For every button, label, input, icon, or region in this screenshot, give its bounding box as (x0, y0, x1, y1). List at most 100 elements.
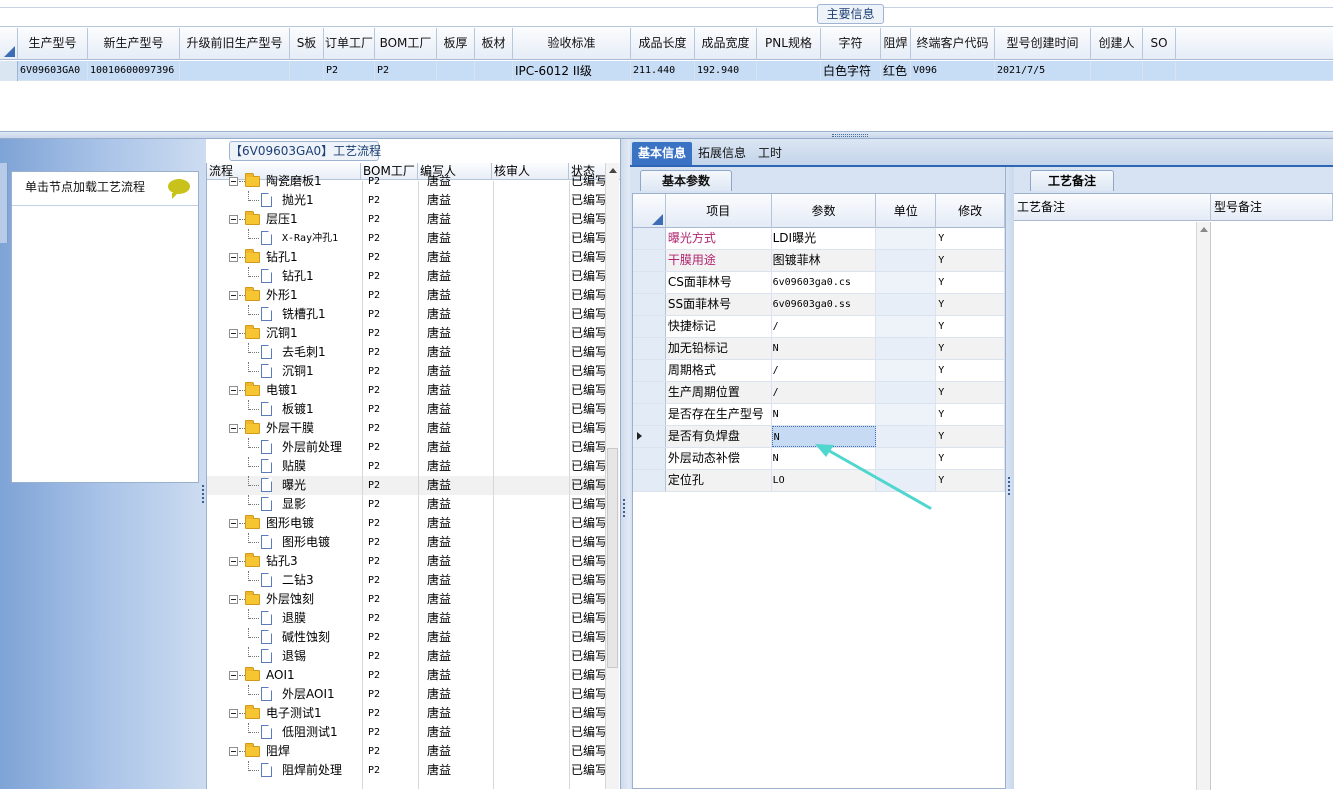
param-modify-cell[interactable]: Y (936, 360, 1005, 381)
params-grid[interactable]: 项目 参数 单位 修改 曝光方式 LDI曝光 Y 干膜用途 图镀菲林 Y CS面菲林号 6v0960… (632, 193, 1006, 789)
params-row[interactable]: 干膜用途 图镀菲林 Y (633, 250, 1005, 272)
splitter-grip-icon[interactable] (832, 134, 868, 137)
params-row[interactable]: CS面菲林号 6v09603ga0.cs Y (633, 272, 1005, 294)
column-header[interactable]: 订单工厂 (324, 28, 375, 60)
tree-row[interactable]: 曝光 P2 唐益 已编写 (207, 476, 607, 495)
speech-bubble-icon[interactable] (168, 179, 190, 199)
tree-node[interactable]: 沉铜1 (207, 362, 361, 381)
collapse-icon[interactable] (229, 747, 238, 756)
param-value-cell[interactable]: / (772, 382, 877, 403)
param-modify-cell[interactable]: Y (936, 316, 1005, 337)
tree-node[interactable]: 电子测试1 (207, 704, 361, 723)
tree-row[interactable]: 抛光1 P2 唐益 已编写 (207, 191, 607, 210)
param-value-cell[interactable]: / (772, 316, 877, 337)
tab-basic-info[interactable]: 基本信息 (632, 142, 693, 165)
params-row[interactable]: 曝光方式 LDI曝光 Y (633, 228, 1005, 250)
table-cell[interactable]: 红色 (881, 61, 911, 81)
node-load-header[interactable]: 单击节点加载工艺流程 (12, 172, 198, 206)
param-value-cell[interactable]: N (771, 426, 877, 447)
param-modify-cell[interactable]: Y (936, 404, 1005, 425)
tree-row[interactable]: 阻焊前处理 P2 唐益 已编写 (207, 761, 607, 780)
table-cell[interactable]: 6V09603GA0 (18, 61, 88, 81)
tree-row[interactable]: 外层干膜 P2 唐益 已编写 (207, 419, 607, 438)
param-unit-cell[interactable] (876, 250, 937, 271)
column-header[interactable]: 终端客户代码 (911, 28, 995, 60)
column-header[interactable]: 新生产型号 (88, 28, 180, 60)
param-unit-cell[interactable] (876, 272, 937, 293)
notes-grid[interactable]: 工艺备注 型号备注 (1014, 193, 1333, 790)
tree-node[interactable]: 外层前处理 (207, 438, 361, 457)
column-header[interactable]: 创建人 (1091, 28, 1143, 60)
column-header[interactable]: 板厚 (437, 28, 475, 60)
tree-row[interactable]: 板镀1 P2 唐益 已编写 (207, 400, 607, 419)
column-header[interactable]: 成品宽度 (695, 28, 757, 60)
params-row[interactable]: 是否存在生产型号 N Y (633, 404, 1005, 426)
column-header[interactable]: SO (1143, 28, 1176, 60)
param-unit-cell[interactable] (876, 448, 937, 469)
tree-row[interactable]: 退膜 P2 唐益 已编写 (207, 609, 607, 628)
process-notes-text[interactable] (1014, 222, 1197, 790)
params-row[interactable]: 加无铅标记 N Y (633, 338, 1005, 360)
tree-node[interactable]: AOI1 (207, 666, 361, 685)
params-column-header[interactable]: 参数 (772, 194, 877, 228)
tree-row[interactable]: 外层AOI1 P2 唐益 已编写 (207, 685, 607, 704)
column-header[interactable]: 升级前旧生产型号 (180, 28, 290, 60)
param-unit-cell[interactable] (876, 382, 937, 403)
param-modify-cell[interactable]: Y (936, 382, 1005, 403)
tab-work-hours[interactable]: 工时 (752, 142, 788, 165)
params-row[interactable]: 定位孔 LO Y (633, 470, 1005, 492)
tree-node[interactable]: 低阻测试1 (207, 723, 361, 742)
tree-node[interactable]: 电镀1 (207, 381, 361, 400)
param-modify-cell[interactable]: Y (936, 470, 1005, 491)
param-value-cell[interactable]: N (772, 448, 877, 469)
tree-node[interactable]: 铣槽孔1 (207, 305, 361, 324)
tree-node[interactable]: 钻孔3 (207, 552, 361, 571)
tree-row[interactable]: 去毛刺1 P2 唐益 已编写 (207, 343, 607, 362)
table-cell[interactable]: 192.940 (695, 61, 757, 81)
horizontal-splitter[interactable] (0, 132, 1333, 139)
column-header[interactable]: S板 (290, 28, 324, 60)
basic-params-tab[interactable]: 基本参数 (640, 170, 732, 191)
tree-node[interactable]: 阻焊 (207, 742, 361, 761)
column-header[interactable]: 型号创建时间 (995, 28, 1091, 60)
param-modify-cell[interactable]: Y (936, 426, 1005, 447)
collapse-icon[interactable] (229, 177, 238, 186)
param-value-cell[interactable]: 6v09603ga0.cs (772, 272, 877, 293)
left-collapse-tab[interactable] (0, 163, 8, 243)
tree-row[interactable]: 显影 P2 唐益 已编写 (207, 495, 607, 514)
param-modify-cell[interactable]: Y (936, 294, 1005, 315)
table-cell[interactable] (475, 61, 513, 81)
collapse-icon[interactable] (229, 595, 238, 604)
tree-node[interactable]: 显影 (207, 495, 361, 514)
tab-extended-info[interactable]: 拓展信息 (692, 142, 752, 165)
tree-node[interactable]: 钻孔1 (207, 248, 361, 267)
column-header[interactable]: 字符 (821, 28, 881, 60)
tree-row[interactable]: 图形电镀 P2 唐益 已编写 (207, 514, 607, 533)
param-unit-cell[interactable] (876, 316, 937, 337)
tree-row[interactable]: 外层前处理 P2 唐益 已编写 (207, 438, 607, 457)
process-tree-scrollbar[interactable] (605, 163, 619, 789)
splitter-dots-icon[interactable] (1008, 477, 1011, 495)
tree-row[interactable]: 层压1 P2 唐益 已编写 (207, 210, 607, 229)
tree-node[interactable]: 外形1 (207, 286, 361, 305)
tree-node[interactable]: 二钻3 (207, 571, 361, 590)
vertical-splitter[interactable] (1005, 167, 1014, 789)
tree-row[interactable]: 沉铜1 P2 唐益 已编写 (207, 362, 607, 381)
tree-node[interactable]: 外层AOI1 (207, 685, 361, 704)
param-unit-cell[interactable] (876, 228, 937, 249)
tree-node[interactable]: 陶瓷磨板1 (207, 172, 361, 191)
tree-row[interactable]: 陶瓷磨板1 P2 唐益 已编写 (207, 172, 607, 191)
column-header[interactable]: 验收标准 (513, 28, 631, 60)
collapse-icon[interactable] (229, 329, 238, 338)
collapse-icon[interactable] (229, 519, 238, 528)
column-header[interactable]: PNL规格 (757, 28, 821, 60)
params-row[interactable]: 外层动态补偿 N Y (633, 448, 1005, 470)
table-cell[interactable]: 2021/7/5 (995, 61, 1091, 81)
params-row[interactable]: 周期格式 / Y (633, 360, 1005, 382)
param-unit-cell[interactable] (876, 426, 937, 447)
param-unit-cell[interactable] (876, 360, 937, 381)
tree-row[interactable]: 电镀1 P2 唐益 已编写 (207, 381, 607, 400)
params-column-header[interactable]: 项目 (666, 194, 772, 228)
param-value-cell[interactable]: LO (772, 470, 877, 491)
column-header[interactable]: 成品长度 (631, 28, 695, 60)
